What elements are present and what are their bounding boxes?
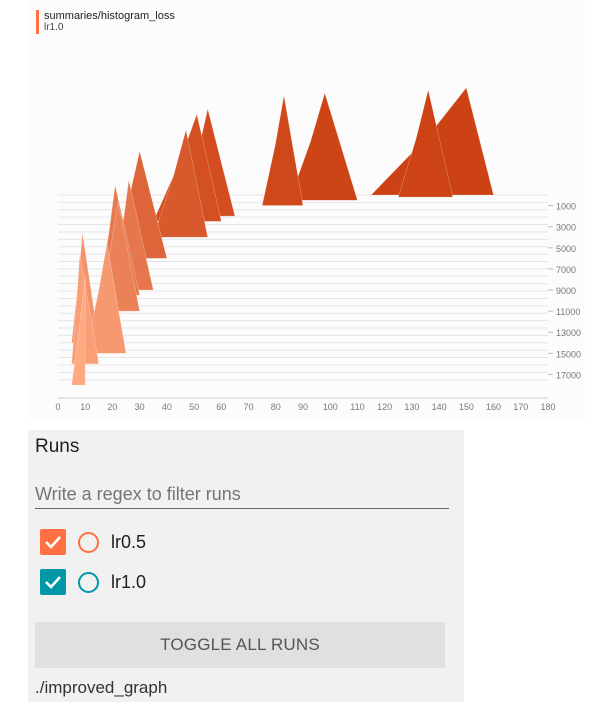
x-tick-label: 60: [216, 402, 226, 412]
x-tick-label: 10: [80, 402, 90, 412]
x-tick-label: 90: [298, 402, 308, 412]
histogram-slice[interactable]: [261, 95, 304, 206]
checkmark-icon: [45, 536, 61, 549]
run-checkbox-lr0-5[interactable]: [40, 529, 66, 555]
runs-panel: Runs lr0.5 lr1.0 TOGGLE ALL RUNS ./impro…: [28, 430, 464, 702]
y-tick-label: 5000: [556, 244, 576, 254]
y-tick-label: 3000: [556, 223, 576, 233]
x-tick-label: 180: [540, 402, 555, 412]
x-tick-label: 50: [189, 402, 199, 412]
x-tick-label: 140: [432, 402, 447, 412]
x-tick-label: 40: [162, 402, 172, 412]
run-color-circle-lr1-0[interactable]: [78, 571, 99, 593]
y-tick-label: 11000: [556, 307, 580, 317]
checkmark-icon: [45, 576, 61, 589]
x-tick-label: 130: [404, 402, 419, 412]
x-tick-label: 70: [244, 402, 254, 412]
x-tick-label: 100: [323, 402, 338, 412]
y-tick-label: 9000: [556, 286, 576, 296]
histogram-chart-card: summaries/histogram_loss lr1.0 1000 3000 5…: [28, 0, 585, 420]
run-label-lr0-5: lr0.5: [111, 531, 147, 552]
run-checkbox-lr1-0[interactable]: [40, 569, 66, 595]
x-tick-label: 0: [55, 402, 60, 412]
run-label-lr1-0: lr1.0: [111, 571, 147, 592]
histogram-offset-plot[interactable]: 1000300050007000900011000130001500017000…: [28, 0, 585, 420]
toggle-all-runs-button[interactable]: TOGGLE ALL RUNS: [35, 622, 445, 668]
y-tick-label: 17000: [556, 370, 581, 380]
runs-title: Runs: [35, 436, 80, 457]
x-tick-label: 20: [107, 402, 117, 412]
x-tick-label: 120: [377, 402, 392, 412]
y-tick-label: 15000: [556, 349, 581, 359]
run-color-circle-lr0-5[interactable]: [78, 531, 99, 553]
run-item-lr0-5[interactable]: lr0.5: [40, 528, 146, 556]
y-tick-label: 13000: [556, 328, 581, 338]
x-tick-label: 150: [459, 402, 474, 412]
y-tick-label: 7000: [556, 265, 576, 275]
y-tick-label: 1000: [556, 202, 576, 212]
x-tick-label: 30: [135, 402, 145, 412]
x-tick-label: 170: [513, 402, 528, 412]
x-tick-label: 110: [350, 402, 364, 412]
log-directory-label: ./improved_graph: [35, 678, 168, 697]
run-item-lr1-0[interactable]: lr1.0: [40, 568, 146, 596]
run-filter-input[interactable]: [35, 480, 449, 509]
x-tick-label: 160: [486, 402, 501, 412]
x-tick-label: 80: [271, 402, 281, 412]
